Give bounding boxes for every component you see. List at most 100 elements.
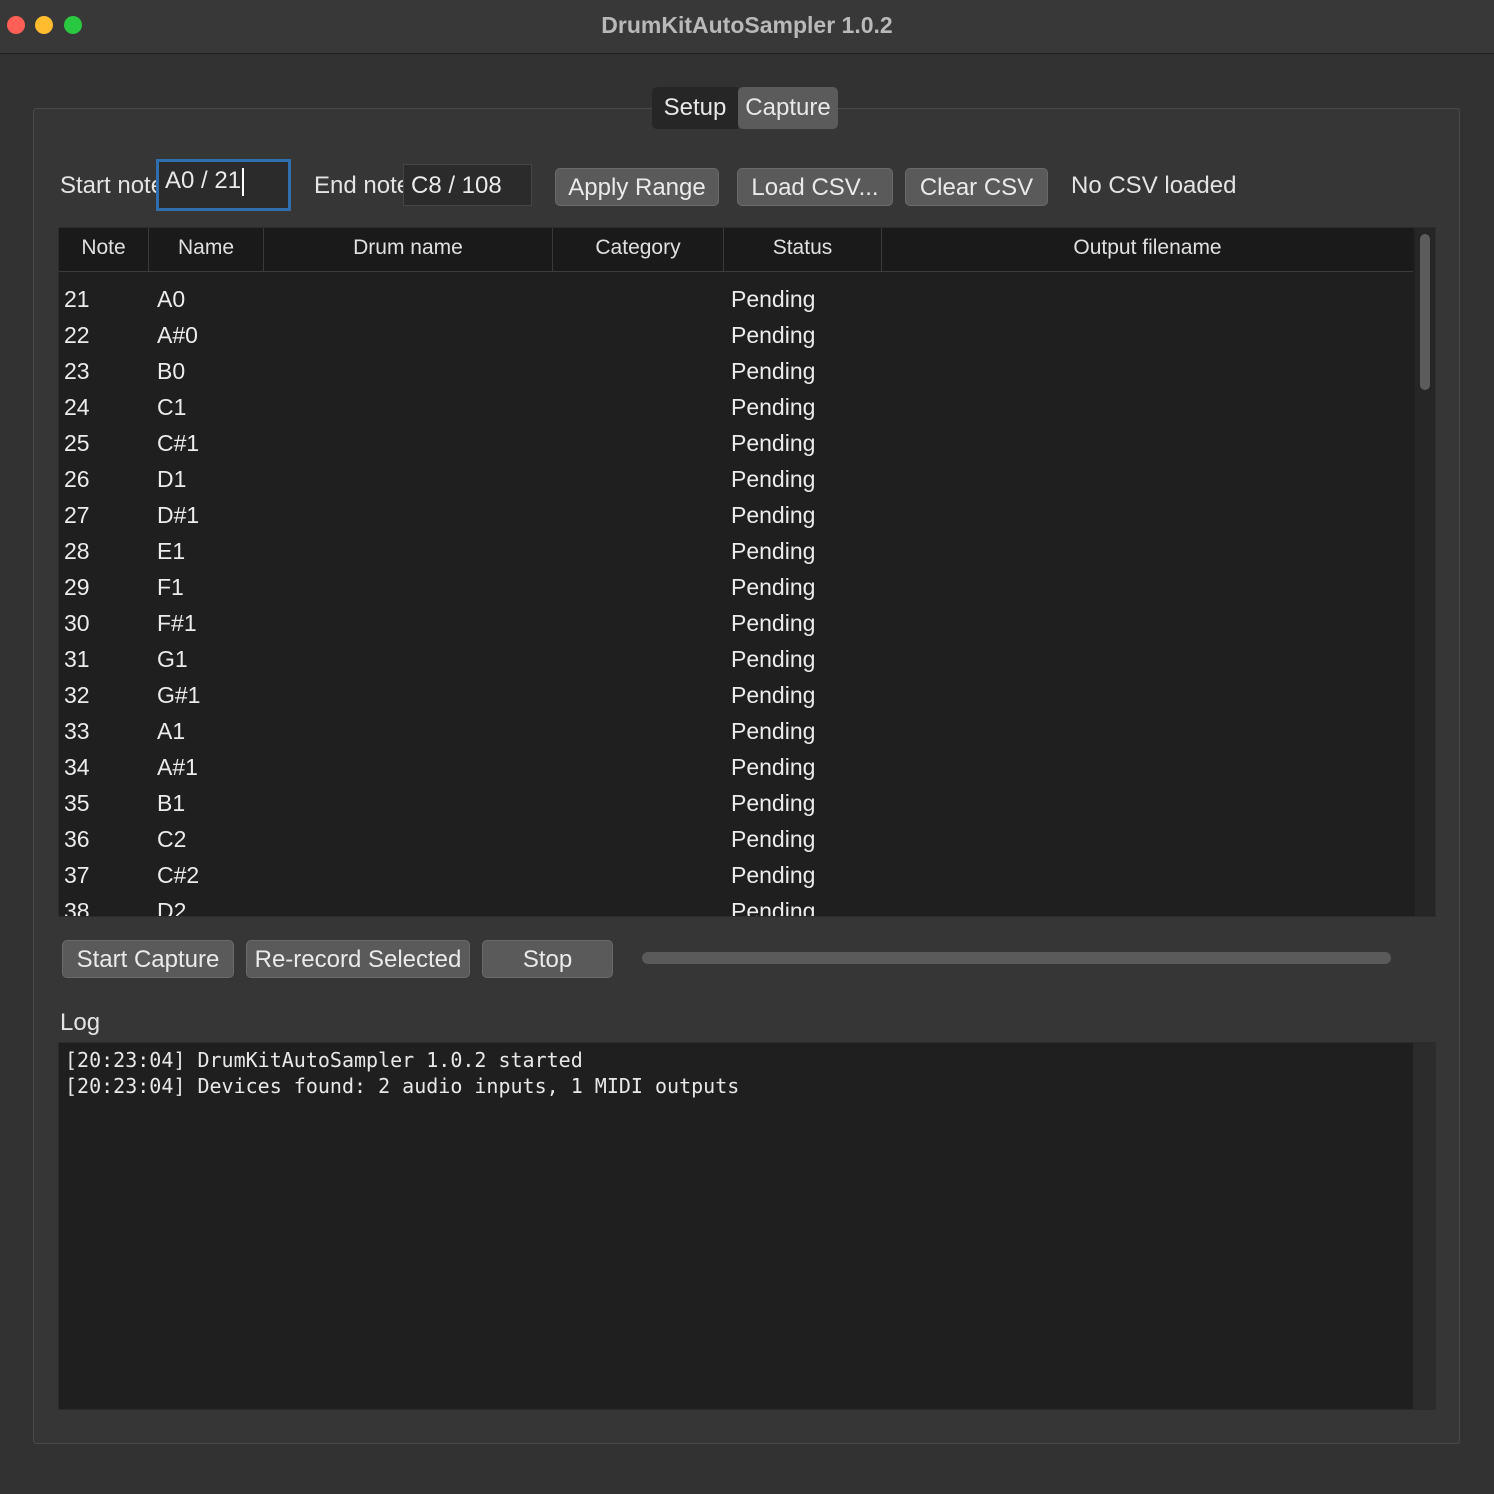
table-header: Note Name Drum name Category Status Outp… <box>59 228 1413 272</box>
cell-name: C2 <box>157 826 187 852</box>
cell-status: Pending <box>731 646 816 672</box>
cell-note: 37 <box>64 862 90 888</box>
cell-note: 25 <box>64 430 90 456</box>
cell-status: Pending <box>731 286 816 312</box>
column-header-status[interactable]: Status <box>724 228 882 271</box>
cell-note: 38 <box>64 898 90 917</box>
cell-note: 29 <box>64 574 90 600</box>
cell-status: Pending <box>731 574 816 600</box>
cell-status: Pending <box>731 322 816 348</box>
cell-note: 26 <box>64 466 90 492</box>
start-capture-button[interactable]: Start Capture <box>62 940 234 978</box>
cell-status: Pending <box>731 394 816 420</box>
clear-csv-button[interactable]: Clear CSV <box>905 168 1048 206</box>
log-label: Log <box>60 1009 101 1036</box>
table-row[interactable]: 29 F1 Pending <box>59 570 1413 606</box>
cell-status: Pending <box>731 898 816 917</box>
table-row[interactable]: 21 A0 Pending <box>59 282 1413 318</box>
table-row[interactable]: 24 C1 Pending <box>59 390 1413 426</box>
log-output[interactable]: [20:23:04] DrumKitAutoSampler 1.0.2 star… <box>58 1042 1436 1410</box>
table-row[interactable]: 23 B0 Pending <box>59 354 1413 390</box>
table-row[interactable]: 26 D1 Pending <box>59 462 1413 498</box>
column-header-note[interactable]: Note <box>59 228 149 271</box>
capture-progress-bar <box>642 952 1391 964</box>
cell-note: 23 <box>64 358 90 384</box>
stop-button[interactable]: Stop <box>482 940 613 978</box>
cell-name: C#2 <box>157 862 200 888</box>
cell-name: A#1 <box>157 754 198 780</box>
cell-status: Pending <box>731 754 816 780</box>
table-row[interactable]: 36 C2 Pending <box>59 822 1413 858</box>
table-row[interactable]: 28 E1 Pending <box>59 534 1413 570</box>
column-header-output-filename[interactable]: Output filename <box>882 228 1413 271</box>
log-line: [20:23:04] Devices found: 2 audio inputs… <box>65 1074 740 1098</box>
table-row[interactable]: 31 G1 Pending <box>59 642 1413 678</box>
table-body: 21 A0 Pending 22 A#0 Pending 23 B0 Pending 24 C1 Pe… <box>59 282 1413 917</box>
table-row[interactable]: 30 F#1 Pending <box>59 606 1413 642</box>
table-row[interactable]: 33 A1 Pending <box>59 714 1413 750</box>
window-title: DrumKitAutoSampler 1.0.2 <box>601 12 893 38</box>
start-note-input[interactable]: A0 / 21 <box>156 159 291 211</box>
cell-status: Pending <box>731 502 816 528</box>
cell-note: 35 <box>64 790 90 816</box>
cell-name: B1 <box>157 790 186 816</box>
cell-status: Pending <box>731 610 816 636</box>
table-row[interactable]: 38 D2 Pending <box>59 894 1413 917</box>
cell-note: 36 <box>64 826 90 852</box>
rerecord-selected-button[interactable]: Re-record Selected <box>246 940 470 978</box>
tab-setup[interactable]: Setup <box>652 87 738 129</box>
tab-capture[interactable]: Capture <box>738 87 838 129</box>
cell-status: Pending <box>731 430 816 456</box>
table-row[interactable]: 35 B1 Pending <box>59 786 1413 822</box>
cell-name: C#1 <box>157 430 200 456</box>
cell-name: D#1 <box>157 502 200 528</box>
column-header-drum-name[interactable]: Drum name <box>264 228 553 271</box>
cell-note: 33 <box>64 718 90 744</box>
tab-bar: Setup Capture <box>652 87 838 129</box>
cell-name: E1 <box>157 538 186 564</box>
end-note-label: End note <box>314 172 411 199</box>
cell-status: Pending <box>731 790 816 816</box>
cell-name: C1 <box>157 394 187 420</box>
csv-status-label: No CSV loaded <box>1071 172 1237 199</box>
table-row[interactable]: 22 A#0 Pending <box>59 318 1413 354</box>
title-bar: DrumKitAutoSampler 1.0.2 <box>0 0 1494 54</box>
column-header-category[interactable]: Category <box>553 228 724 271</box>
end-note-input[interactable]: C8 / 108 <box>403 164 532 206</box>
note-table[interactable]: Note Name Drum name Category Status Outp… <box>58 227 1436 917</box>
cell-note: 30 <box>64 610 90 636</box>
cell-status: Pending <box>731 538 816 564</box>
table-row[interactable]: 25 C#1 Pending <box>59 426 1413 462</box>
cell-status: Pending <box>731 862 816 888</box>
cell-name: F#1 <box>157 610 197 636</box>
cell-name: F1 <box>157 574 184 600</box>
apply-range-button[interactable]: Apply Range <box>555 168 719 206</box>
cell-status: Pending <box>731 682 816 708</box>
text-caret <box>242 167 245 196</box>
cell-name: D1 <box>157 466 187 492</box>
table-row[interactable]: 37 C#2 Pending <box>59 858 1413 894</box>
table-row[interactable]: 34 A#1 Pending <box>59 750 1413 786</box>
table-row[interactable]: 32 G#1 Pending <box>59 678 1413 714</box>
log-line: [20:23:04] DrumKitAutoSampler 1.0.2 star… <box>65 1048 583 1072</box>
cell-name: A#0 <box>157 322 198 348</box>
start-note-label: Start note <box>60 172 165 199</box>
cell-status: Pending <box>731 358 816 384</box>
cell-note: 31 <box>64 646 90 672</box>
cell-note: 22 <box>64 322 90 348</box>
cell-note: 27 <box>64 502 90 528</box>
cell-note: 32 <box>64 682 90 708</box>
cell-note: 24 <box>64 394 90 420</box>
cell-note: 28 <box>64 538 90 564</box>
cell-status: Pending <box>731 718 816 744</box>
cell-note: 21 <box>64 286 90 312</box>
cell-note: 34 <box>64 754 90 780</box>
table-scrollbar[interactable] <box>1415 228 1435 916</box>
table-row[interactable]: 27 D#1 Pending <box>59 498 1413 534</box>
cell-name: G1 <box>157 646 188 672</box>
table-scrollbar-thumb[interactable] <box>1420 234 1430 390</box>
log-scrollbar[interactable] <box>1413 1043 1435 1409</box>
cell-name: A0 <box>157 286 186 312</box>
load-csv-button[interactable]: Load CSV... <box>737 168 893 206</box>
column-header-name[interactable]: Name <box>149 228 264 271</box>
